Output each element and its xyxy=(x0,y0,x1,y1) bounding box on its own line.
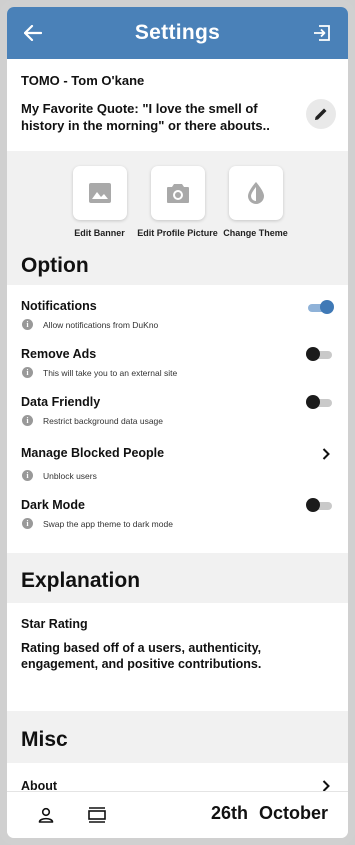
explanation-section-title: Explanation xyxy=(21,569,141,592)
edit-banner-button[interactable]: Edit Banner xyxy=(72,166,128,242)
option-dark-mode[interactable]: Dark Mode i Swap the app theme to dark mo… xyxy=(7,498,348,546)
profile-card: TOMO - Tom O'kane My Favorite Quote: "I … xyxy=(7,59,348,151)
chevron-right-icon[interactable] xyxy=(322,447,330,465)
pencil-icon xyxy=(315,108,327,120)
profile-actions: Edit Banner Edit Profile Picture Change … xyxy=(7,151,348,242)
drop-icon xyxy=(247,182,264,204)
edit-profile-picture-tile[interactable] xyxy=(150,166,205,220)
option-data-friendly[interactable]: Data Friendly i Restrict background data … xyxy=(7,395,348,446)
option-subtitle: This will take you to an external site xyxy=(43,367,178,378)
option-section-title: Option xyxy=(21,254,89,277)
explanation-spacer xyxy=(7,697,348,711)
remove-ads-toggle[interactable] xyxy=(306,347,334,361)
image-icon xyxy=(88,183,111,203)
star-rating-title: Star Rating xyxy=(21,617,88,631)
change-theme-tile[interactable] xyxy=(228,166,283,220)
option-title: Manage Blocked People xyxy=(21,446,165,460)
edit-profile-button[interactable] xyxy=(306,99,336,129)
page-title: Settings xyxy=(134,21,221,44)
app-screen: Settings TOMO - Tom O'kane My Favorite Q… xyxy=(0,0,355,845)
explanation-panel: Star Rating Rating based off of a users,… xyxy=(7,603,348,697)
option-manage-blocked-people[interactable]: Manage Blocked People i Unblock users xyxy=(7,446,348,498)
edit-banner-label: Edit Banner xyxy=(74,228,125,238)
option-remove-ads[interactable]: Remove Ads i This will take you to an ext… xyxy=(7,347,348,395)
edit-banner-tile[interactable] xyxy=(72,166,127,220)
notifications-toggle[interactable] xyxy=(306,300,334,314)
dark-mode-toggle[interactable] xyxy=(306,498,334,512)
info-icon: i xyxy=(22,319,33,330)
change-theme-label: Change Theme xyxy=(223,228,288,238)
info-icon: i xyxy=(22,470,33,481)
option-title: Dark Mode xyxy=(21,498,85,512)
option-subtitle: Unblock users xyxy=(43,470,97,481)
date-label: 26th October xyxy=(210,803,328,823)
option-subtitle: Swap the app theme to dark mode xyxy=(43,518,173,529)
header-bar: Settings xyxy=(7,7,348,59)
edit-profile-picture-label: Edit Profile Picture xyxy=(137,228,218,238)
option-panel: Notifications i Allow notifications from … xyxy=(7,285,348,553)
info-icon: i xyxy=(22,518,33,529)
person-icon[interactable] xyxy=(38,807,54,828)
option-title: Notifications xyxy=(21,299,97,313)
star-rating-text: Rating based off of a users, authenticit… xyxy=(21,641,262,671)
arrow-left-icon[interactable] xyxy=(21,21,45,45)
option-notifications[interactable]: Notifications i Allow notifications from … xyxy=(7,299,348,347)
info-icon: i xyxy=(22,367,33,378)
option-title: Data Friendly xyxy=(21,395,101,409)
change-theme-button[interactable]: Change Theme xyxy=(223,166,288,242)
profile-name: TOMO - Tom O'kane xyxy=(21,73,145,88)
bottom-bar: 26th October xyxy=(7,791,348,838)
logout-icon[interactable] xyxy=(310,21,334,45)
edit-profile-picture-button[interactable]: Edit Profile Picture xyxy=(137,166,218,242)
option-subtitle: Allow notifications from DuKno xyxy=(43,319,159,330)
profile-quote: My Favorite Quote: "I love the smell of … xyxy=(21,101,270,133)
camera-icon xyxy=(166,183,189,203)
data-friendly-toggle[interactable] xyxy=(306,395,334,409)
feed-icon[interactable] xyxy=(88,807,106,828)
option-title: Remove Ads xyxy=(21,347,97,361)
option-subtitle: Restrict background data usage xyxy=(43,415,164,426)
misc-section-title: Misc xyxy=(21,728,68,751)
info-icon: i xyxy=(22,415,33,426)
